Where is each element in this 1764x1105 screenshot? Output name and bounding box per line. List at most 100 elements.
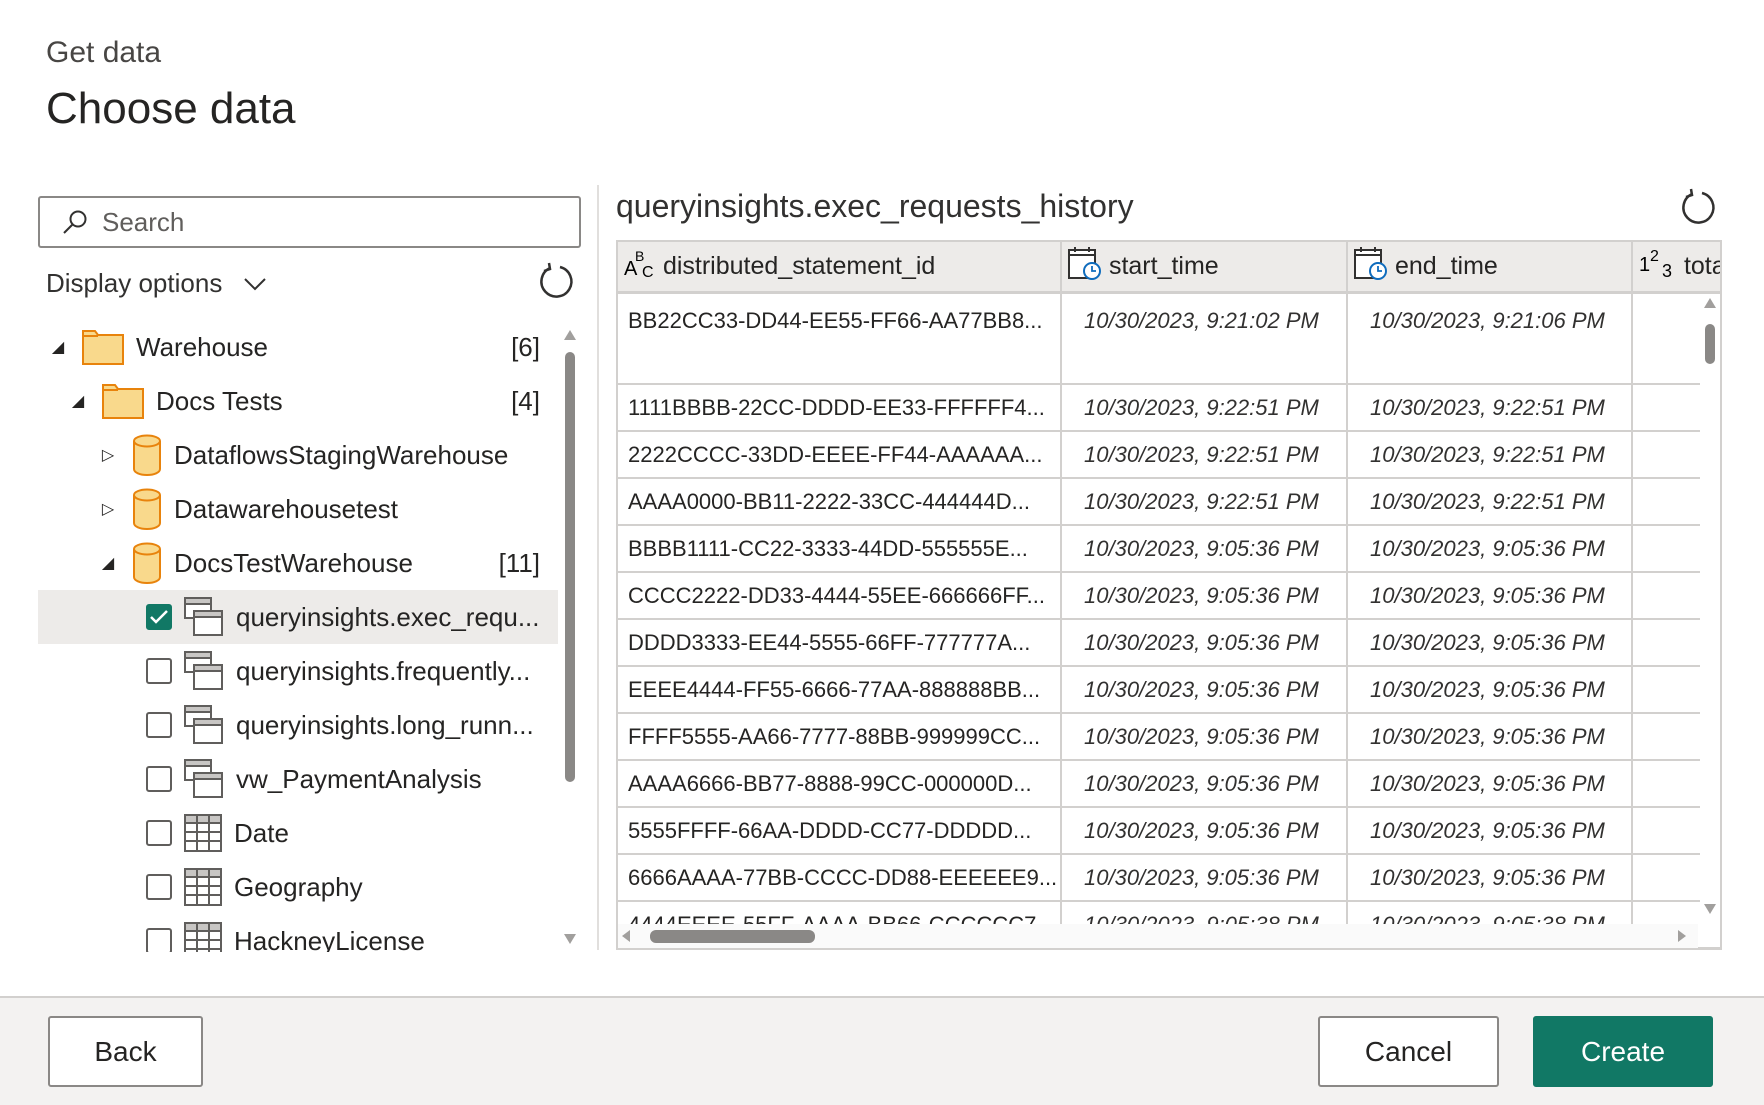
- panel-divider: [597, 185, 599, 950]
- table-row: CCCC2222-DD33-4444-55EE-666666FF... 10/30…: [618, 572, 1720, 620]
- table-row: 1111BBBB-22CC-DDDD-EE33-FFFFFF4... 10/30/…: [618, 384, 1720, 432]
- table-cell: 10/30/2023, 9:05:36 PM: [1347, 807, 1633, 855]
- datetime-type-icon[interactable]: [1354, 246, 1388, 286]
- table-row: AAAA6666-BB77-8888-99CC-000000D... 10/30/…: [618, 760, 1720, 808]
- search-input[interactable]: Search: [38, 196, 581, 248]
- table-icon: [184, 868, 222, 906]
- item-checkbox[interactable]: [146, 928, 172, 952]
- tree-item[interactable]: ◢ DocsTestWarehouse [11]: [38, 536, 558, 590]
- display-options-label: Display options: [46, 268, 223, 298]
- tree-item[interactable]: queryinsights.frequently...: [38, 644, 558, 698]
- item-checkbox[interactable]: [146, 658, 172, 684]
- tree-item[interactable]: ▷ Datawarehousetest: [38, 482, 558, 536]
- expand-toggle-icon[interactable]: ▷: [98, 445, 118, 465]
- create-button[interactable]: Create: [1533, 1016, 1713, 1087]
- tree-item[interactable]: ◢ Warehouse [6]: [38, 320, 558, 374]
- tree-item[interactable]: ▷ DataflowsStagingWarehouse: [38, 428, 558, 482]
- table-cell: 10/30/2023, 9:05:36 PM: [1061, 619, 1348, 667]
- table-cell: 10/30/2023, 9:05:36 PM: [1347, 760, 1633, 808]
- expand-toggle-icon[interactable]: ▷: [98, 499, 118, 519]
- svg-text:3: 3: [1662, 261, 1672, 279]
- dialog-title: Choose data: [46, 84, 296, 133]
- svg-text:2: 2: [1650, 248, 1659, 265]
- table-cell: 10/30/2023, 9:05:36 PM: [1061, 572, 1348, 620]
- item-count: [11]: [498, 547, 540, 578]
- tree-item[interactable]: queryinsights.exec_requ...: [38, 590, 558, 644]
- tree-item-label: DataflowsStagingWarehouse: [174, 439, 509, 470]
- table-row: BB22CC33-DD44-EE55-FF66-AA77BB8... 10/30/…: [618, 292, 1720, 385]
- table-cell: FFFF5555-AA66-7777-88BB-999999CC...: [618, 713, 1062, 761]
- dialog-subtitle: Get data: [46, 36, 162, 69]
- refresh-button[interactable]: [536, 262, 576, 307]
- tree-item[interactable]: queryinsights.long_runn...: [38, 698, 558, 752]
- item-checkbox[interactable]: [146, 712, 172, 738]
- folder-icon: [82, 329, 124, 365]
- table-row: 5555FFFF-66AA-DDDD-CC77-DDDDD... 10/30/20…: [618, 807, 1720, 855]
- table-row: FFFF5555-AA66-7777-88BB-999999CC... 10/30…: [618, 713, 1720, 761]
- tree-item-label: queryinsights.exec_requ...: [236, 601, 540, 632]
- database-icon: [132, 488, 162, 530]
- collapse-toggle-icon[interactable]: ◢: [98, 553, 118, 573]
- table-cell: 10/30/2023, 9:05:36 PM: [1061, 713, 1348, 761]
- column-header[interactable]: end_time: [1347, 242, 1633, 294]
- table-row: 6666AAAA-77BB-CCCC-DD88-EEEEEE9... 10/30/…: [618, 854, 1720, 902]
- column-header[interactable]: ABC distributed_statement_id: [618, 242, 1062, 294]
- table-cell: 6666AAAA-77BB-CCCC-DD88-EEEEEE9...: [618, 854, 1062, 902]
- svg-text:B: B: [635, 248, 644, 264]
- table-horizontal-scrollbar[interactable]: [618, 924, 1698, 948]
- table-cell: AAAA6666-BB77-8888-99CC-000000D...: [618, 760, 1062, 808]
- tree-item[interactable]: vw_PaymentAnalysis: [38, 752, 558, 806]
- table-row: DDDD3333-EE44-5555-66FF-777777A... 10/30/…: [618, 619, 1720, 667]
- table-cell: 10/30/2023, 9:05:36 PM: [1347, 572, 1633, 620]
- back-button[interactable]: Back: [48, 1016, 203, 1087]
- column-name: end_time: [1394, 251, 1498, 280]
- table-cell: 10/30/2023, 9:22:51 PM: [1347, 384, 1633, 432]
- dialog-footer: [0, 996, 1764, 1105]
- table-cell: 10/30/2023, 9:05:36 PM: [1061, 525, 1348, 573]
- table-row: 2222CCCC-33DD-EEEE-FF44-AAAAAA... 10/30/2…: [618, 431, 1720, 479]
- tree-item[interactable]: Geography: [38, 860, 558, 914]
- number-type-icon[interactable]: 123: [1639, 248, 1677, 285]
- item-count: [4]: [511, 385, 540, 416]
- item-checkbox[interactable]: [146, 820, 172, 846]
- tree-scrollbar[interactable]: [562, 330, 578, 950]
- tree-item[interactable]: HackneyLicense: [38, 914, 558, 952]
- cancel-button[interactable]: Cancel: [1318, 1016, 1499, 1087]
- item-checkbox[interactable]: [146, 604, 172, 630]
- tree-item[interactable]: Date: [38, 806, 558, 860]
- database-icon: [132, 542, 162, 584]
- tree-item[interactable]: ◢ Docs Tests [4]: [38, 374, 558, 428]
- table-cell: 1111BBBB-22CC-DDDD-EE33-FFFFFF4...: [618, 384, 1062, 432]
- checkmark-icon: [150, 610, 168, 624]
- display-options-dropdown[interactable]: Display options: [46, 268, 267, 299]
- column-header[interactable]: 123 tota: [1632, 242, 1720, 294]
- table-cell: 10/30/2023, 9:05:36 PM: [1347, 525, 1633, 573]
- tree-item-label: DocsTestWarehouse: [174, 547, 413, 578]
- search-placeholder: Search: [102, 206, 185, 237]
- collapse-toggle-icon[interactable]: ◢: [48, 337, 68, 357]
- table-cell: DDDD3333-EE44-5555-66FF-777777A...: [618, 619, 1062, 667]
- collapse-toggle-icon[interactable]: ◢: [68, 391, 88, 411]
- table-row: AAAA0000-BB11-2222-33CC-444444D... 10/30/…: [618, 478, 1720, 526]
- table-vertical-scrollbar[interactable]: [1700, 296, 1720, 916]
- column-name: distributed_statement_id: [662, 251, 936, 280]
- folder-icon: [102, 383, 144, 419]
- datetime-type-icon[interactable]: [1068, 246, 1102, 286]
- tree-item-label: Date: [234, 817, 289, 848]
- table-icon: [184, 922, 222, 952]
- text-type-icon[interactable]: ABC: [624, 248, 656, 285]
- tree-item-label: Warehouse: [136, 331, 268, 362]
- item-checkbox[interactable]: [146, 766, 172, 792]
- table-icon: [184, 814, 222, 852]
- table-cell: 10/30/2023, 9:22:51 PM: [1347, 431, 1633, 479]
- column-header[interactable]: start_time: [1061, 242, 1348, 294]
- table-cell: BBBB1111-CC22-3333-44DD-555555E...: [618, 525, 1062, 573]
- table-cell: 10/30/2023, 9:05:36 PM: [1347, 619, 1633, 667]
- view-icon: [184, 759, 224, 799]
- tree-item-label: Datawarehousetest: [174, 493, 399, 524]
- view-icon: [184, 597, 224, 637]
- tree-item-label: Geography: [234, 871, 363, 902]
- table-cell: AAAA0000-BB11-2222-33CC-444444D...: [618, 478, 1062, 526]
- preview-refresh-button[interactable]: [1678, 188, 1718, 233]
- item-checkbox[interactable]: [146, 874, 172, 900]
